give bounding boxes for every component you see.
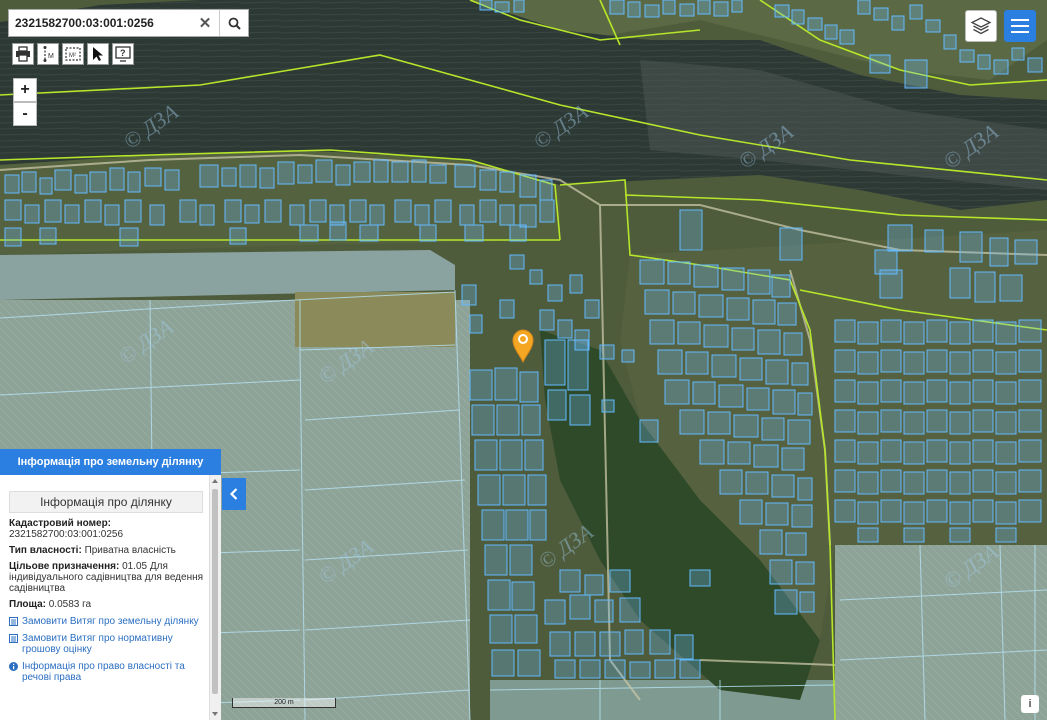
hamburger-icon bbox=[1011, 19, 1029, 33]
scale-bar: 200 m bbox=[232, 698, 336, 708]
search-button[interactable] bbox=[220, 10, 248, 36]
pointer-icon bbox=[93, 47, 103, 61]
area-row: Площа: 0.0583 га bbox=[9, 599, 204, 610]
measure-line-button[interactable]: M bbox=[37, 43, 59, 65]
search-icon bbox=[228, 17, 241, 30]
info-button[interactable]: i bbox=[1021, 695, 1039, 713]
clear-button[interactable]: ✕ bbox=[191, 10, 219, 36]
chevron-left-icon bbox=[229, 488, 238, 500]
toolbar: M M² ? bbox=[12, 43, 134, 65]
scroll-thumb[interactable] bbox=[212, 489, 218, 694]
menu-button[interactable] bbox=[1004, 10, 1036, 42]
area-icon: M² bbox=[65, 47, 81, 61]
document-icon bbox=[9, 634, 18, 643]
measure-area-label: M² bbox=[69, 53, 76, 59]
measure-line-label: M bbox=[48, 53, 54, 60]
panel-title: Інформація про земельну ділянку bbox=[0, 449, 221, 475]
help-button[interactable]: ? bbox=[112, 43, 134, 65]
scroll-down-icon[interactable] bbox=[212, 712, 218, 716]
search-box: ✕ bbox=[8, 9, 249, 37]
order-valuation-link[interactable]: Замовити Витяг про нормативну грошову оц… bbox=[9, 633, 199, 655]
panel-scrollbar[interactable] bbox=[209, 475, 221, 720]
ownership-info-label[interactable]: Інформація про право власності та речові… bbox=[22, 661, 199, 683]
order-extract-label[interactable]: Замовити Витяг про земельну ділянку bbox=[22, 616, 199, 627]
zoom-in-button[interactable]: + bbox=[13, 78, 37, 102]
order-valuation-label[interactable]: Замовити Витяг про нормативну грошову оц… bbox=[22, 633, 199, 655]
info-circle-icon bbox=[9, 662, 18, 671]
ownership-value: Приватна власність bbox=[84, 545, 176, 556]
search-input[interactable] bbox=[9, 10, 191, 36]
ownership-info-link[interactable]: Інформація про право власності та речові… bbox=[9, 661, 199, 683]
select-button[interactable] bbox=[87, 43, 109, 65]
purpose-row: Цільове призначення: 01.05 Для індивідуа… bbox=[9, 561, 204, 594]
help-icon: ? bbox=[115, 46, 131, 62]
svg-text:?: ? bbox=[120, 48, 126, 58]
ruler-icon: M bbox=[43, 46, 54, 62]
scale-label: 200 m bbox=[274, 699, 294, 706]
printer-icon bbox=[16, 46, 30, 62]
cadastral-row: Кадастровий номер: 2321582700:03:001:025… bbox=[9, 518, 204, 540]
measure-area-button[interactable]: M² bbox=[62, 43, 84, 65]
cadastral-label: Кадастровий номер: bbox=[9, 518, 112, 529]
print-button[interactable] bbox=[12, 43, 34, 65]
zoom-out-button[interactable]: - bbox=[13, 102, 37, 126]
area-label: Площа: bbox=[9, 599, 46, 610]
parcel-info-panel: Інформація про земельну ділянку Інформац… bbox=[0, 449, 221, 720]
panel-subtitle: Інформація про ділянку bbox=[9, 491, 203, 513]
panel-body[interactable]: Інформація про ділянку Кадастровий номер… bbox=[0, 475, 209, 720]
layers-button[interactable] bbox=[965, 10, 997, 42]
close-icon: ✕ bbox=[198, 15, 212, 32]
cadastral-value: 2321582700:03:001:0256 bbox=[9, 529, 124, 540]
ownership-label: Тип власності: bbox=[9, 545, 82, 556]
field-brown bbox=[295, 292, 455, 347]
collapse-panel-button[interactable] bbox=[222, 478, 246, 510]
ownership-row: Тип власності: Приватна власність bbox=[9, 545, 204, 556]
document-icon bbox=[9, 617, 18, 626]
order-extract-link[interactable]: Замовити Витяг про земельну ділянку bbox=[9, 616, 199, 627]
area-value: 0.0583 га bbox=[48, 599, 92, 610]
scroll-up-icon[interactable] bbox=[212, 479, 218, 483]
info-icon: i bbox=[1028, 698, 1032, 710]
purpose-label: Цільове призначення: bbox=[9, 561, 120, 572]
layers-icon bbox=[970, 17, 992, 35]
